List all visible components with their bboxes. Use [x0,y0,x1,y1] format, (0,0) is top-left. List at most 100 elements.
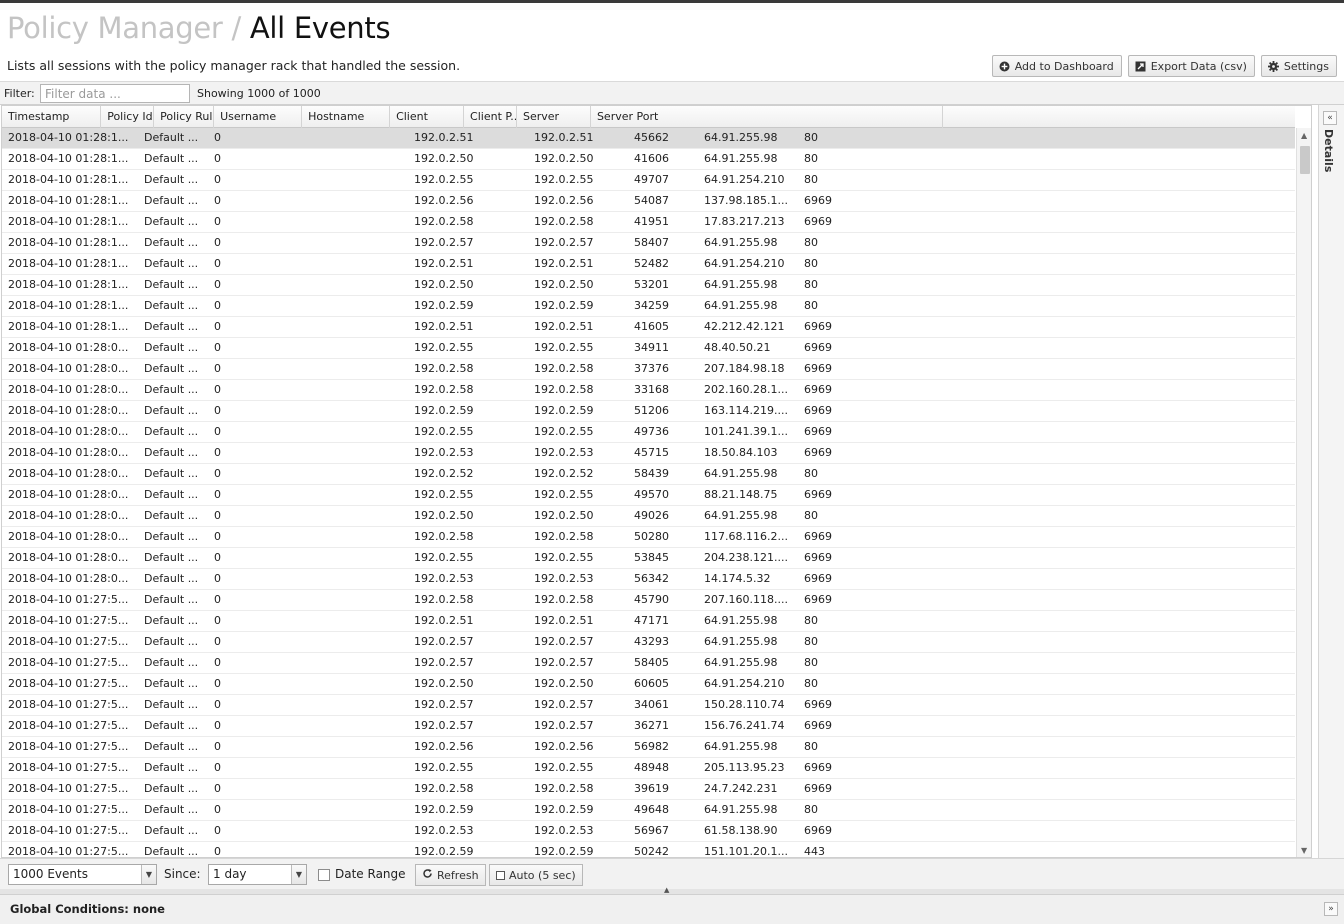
table-row[interactable]: 2018-04-10 01:27:5... Default ... 0 192.0.2… [2,842,1295,858]
cell-server: 64.91.255.98 [704,656,778,669]
cell-username [288,233,408,253]
cell-policy-rule: 0 [214,656,221,669]
table-row[interactable]: 2018-04-10 01:28:0... Default ... 0 192.0.2… [2,338,1295,359]
table-row[interactable]: 2018-04-10 01:27:5... Default ... 0 192.0.2… [2,611,1295,632]
table-row[interactable]: 2018-04-10 01:27:5... Default ... 0 192.0.2… [2,716,1295,737]
event-limit-select[interactable]: 1000 Events ▼ [8,864,157,885]
table-row[interactable]: 2018-04-10 01:27:5... Default ... 0 192.0.2… [2,779,1295,800]
table-row[interactable]: 2018-04-10 01:28:1... Default ... 0 192.0.2… [2,254,1295,275]
cell-client-port: 50280 [634,530,669,543]
table-row[interactable]: 2018-04-10 01:28:0... Default ... 0 192.0.2… [2,527,1295,548]
cell-policy-id: Default ... [144,845,199,858]
table-row[interactable]: 2018-04-10 01:28:1... Default ... 0 192.0.2… [2,191,1295,212]
chevron-down-icon[interactable]: ▼ [291,865,306,884]
cell-policy-id: Default ... [144,215,199,228]
table-row[interactable]: 2018-04-10 01:27:5... Default ... 0 192.0.2… [2,737,1295,758]
cell-server-port: 6969 [804,320,832,333]
global-conditions-text: Global Conditions: none [10,902,165,916]
column-header-hostname[interactable]: Hostname [302,106,391,128]
table-row[interactable]: 2018-04-10 01:27:5... Default ... 0 192.0.2… [2,821,1295,842]
header-actions: Add to Dashboard Export Data (csv) Setti… [991,55,1337,77]
cell-server-port: 80 [804,257,818,270]
table-row[interactable]: 2018-04-10 01:28:0... Default ... 0 192.0.2… [2,485,1295,506]
table-row[interactable]: 2018-04-10 01:27:5... Default ... 0 192.0.2… [2,758,1295,779]
table-row[interactable]: 2018-04-10 01:28:0... Default ... 0 192.0.2… [2,359,1295,380]
table-row[interactable]: 2018-04-10 01:27:5... Default ... 0 192.0.2… [2,695,1295,716]
date-range-label[interactable]: Date Range [335,867,406,881]
table-row[interactable]: 2018-04-10 01:28:0... Default ... 0 192.0.2… [2,548,1295,569]
table-row[interactable]: 2018-04-10 01:28:0... Default ... 0 192.0.2… [2,422,1295,443]
table-row[interactable]: 2018-04-10 01:27:5... Default ... 0 192.0.2… [2,653,1295,674]
table-row[interactable]: 2018-04-10 01:27:5... Default ... 0 192.0.2… [2,800,1295,821]
cell-hostname: 192.0.2.55 [414,761,474,774]
cell-client: 192.0.2.50 [534,677,594,690]
table-row[interactable]: 2018-04-10 01:27:5... Default ... 0 192.0.2… [2,674,1295,695]
column-header-client[interactable]: Client [390,106,465,128]
scroll-down-icon[interactable]: ▼ [1301,846,1307,855]
column-header-policy-id[interactable]: Policy Id [101,106,155,128]
table-row[interactable]: 2018-04-10 01:28:0... Default ... 0 192.0.2… [2,443,1295,464]
column-header-policy-rule[interactable]: Policy Rule.. [154,106,215,128]
expand-details-icon[interactable]: « [1323,111,1337,125]
table-row[interactable]: 2018-04-10 01:28:0... Default ... 0 192.0.2… [2,464,1295,485]
cell-client-port: 56967 [634,824,669,837]
table-row[interactable]: 2018-04-10 01:28:1... Default ... 0 192.0.2… [2,149,1295,170]
cell-server: 117.68.116.2... [704,530,788,543]
date-range-checkbox[interactable] [318,869,330,881]
cell-server-port: 80 [804,803,818,816]
column-header-server-port[interactable]: Server Port [591,106,944,128]
column-header-server[interactable]: Server [517,106,591,128]
cell-policy-rule: 0 [214,488,221,501]
page-subtitle: Lists all sessions with the policy manag… [7,58,461,73]
table-row[interactable]: 2018-04-10 01:28:1... Default ... 0 192.0.2… [2,317,1295,338]
column-header-timestamp[interactable]: Timestamp [2,106,102,128]
cell-policy-rule: 0 [214,698,221,711]
table-row[interactable]: 2018-04-10 01:28:0... Default ... 0 192.0.2… [2,569,1295,590]
column-header-username[interactable]: Username [214,106,303,128]
expand-conditions-icon[interactable]: » [1324,902,1338,916]
cell-hostname: 192.0.2.56 [414,740,474,753]
table-row[interactable]: 2018-04-10 01:28:1... Default ... 0 192.0.2… [2,233,1295,254]
cell-server-port: 80 [804,635,818,648]
scrollbar-thumb[interactable] [1300,146,1310,174]
cell-username [288,632,408,652]
chevron-down-icon[interactable]: ▼ [141,865,156,884]
cell-timestamp: 2018-04-10 01:28:0... [8,530,129,543]
breadcrumb-policy-manager[interactable]: Policy Manager [7,11,223,45]
table-row[interactable]: 2018-04-10 01:28:0... Default ... 0 192.0.2… [2,401,1295,422]
table-row[interactable]: 2018-04-10 01:27:5... Default ... 0 192.0.2… [2,590,1295,611]
settings-button[interactable]: Settings [1260,55,1337,77]
cell-server: 151.101.20.1... [704,845,788,858]
vertical-scrollbar[interactable]: ▲ ▼ [1296,128,1311,857]
export-data-button[interactable]: Export Data (csv) [1127,55,1255,77]
cell-policy-rule: 0 [214,530,221,543]
refresh-icon [422,868,433,882]
scroll-up-icon[interactable]: ▲ [1301,131,1307,140]
since-select[interactable]: 1 day ▼ [208,864,307,885]
cell-timestamp: 2018-04-10 01:28:0... [8,572,129,585]
table-row[interactable]: 2018-04-10 01:27:5... Default ... 0 192.0.2… [2,632,1295,653]
table-row[interactable]: 2018-04-10 01:28:1... Default ... 0 192.0.2… [2,170,1295,191]
table-row[interactable]: 2018-04-10 01:28:1... Default ... 0 192.0.2… [2,212,1295,233]
table-row[interactable]: 2018-04-10 01:28:0... Default ... 0 192.0.2… [2,506,1295,527]
cell-policy-id: Default ... [144,530,199,543]
table-row[interactable]: 2018-04-10 01:28:1... Default ... 0 192.0.2… [2,275,1295,296]
auto-refresh-toggle[interactable]: Auto (5 sec) [489,864,583,886]
filter-input[interactable] [40,84,190,103]
add-to-dashboard-button[interactable]: Add to Dashboard [991,55,1122,77]
column-header-client-port[interactable]: Client P... [464,106,517,128]
table-row[interactable]: 2018-04-10 01:28:1... Default ... 0 192.0.2… [2,296,1295,317]
cell-client-port: 34259 [634,299,669,312]
refresh-button[interactable]: Refresh [415,864,486,886]
cell-policy-id: Default ... [144,824,199,837]
cell-server-port: 6969 [804,593,832,606]
cell-timestamp: 2018-04-10 01:28:0... [8,383,129,396]
cell-server-port: 6969 [804,530,832,543]
auto-refresh-checkbox[interactable] [496,870,505,880]
details-panel[interactable]: « Details [1318,105,1344,858]
table-row[interactable]: 2018-04-10 01:28:0... Default ... 0 192.0.2… [2,380,1295,401]
cell-username [288,506,408,526]
details-label[interactable]: Details [1322,129,1335,172]
splitter-grip-icon[interactable]: ▲ [664,886,669,894]
table-row[interactable]: 2018-04-10 01:28:1... Default ... 0 192.0.2… [2,128,1295,149]
